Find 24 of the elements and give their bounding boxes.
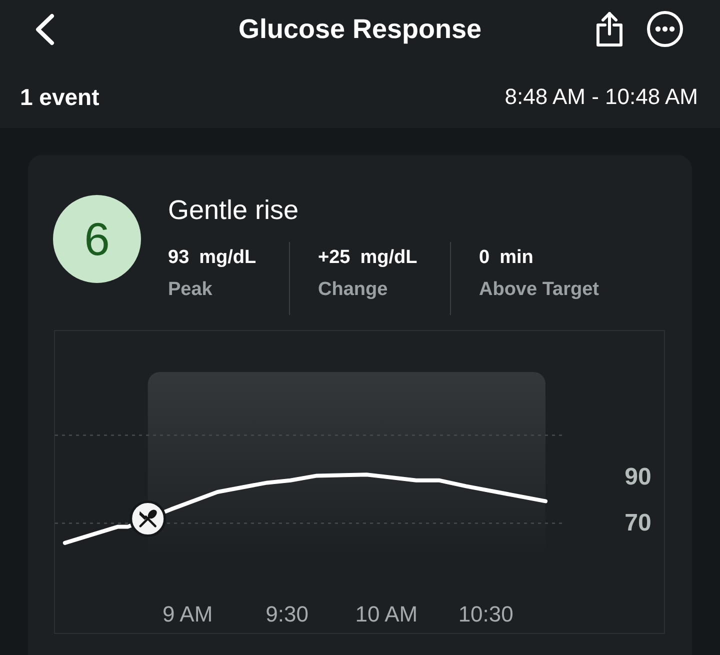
event-count: 1 event <box>20 83 100 111</box>
stat-label: Change <box>318 278 389 302</box>
stat-label: Peak <box>168 278 214 302</box>
stat-value: 0 <box>479 246 490 270</box>
stat-unit: min <box>500 246 534 270</box>
back-icon[interactable] <box>34 12 55 46</box>
event-title: Gentle rise <box>168 194 300 226</box>
stat-unit: mg/dL <box>360 246 418 270</box>
y-axis-label: 90 <box>624 463 652 490</box>
x-axis-label: 10:30 <box>458 602 514 626</box>
stat-label: Above Target <box>479 278 600 302</box>
stat-value: +25 <box>318 246 350 270</box>
more-icon[interactable] <box>647 11 683 47</box>
stat-value: 93 <box>168 246 190 270</box>
x-axis-label: 9:30 <box>266 602 308 626</box>
utensils-icon <box>130 500 166 537</box>
y-axis-label: 70 <box>624 510 652 537</box>
stat-unit: mg/dL <box>199 246 256 270</box>
share-icon[interactable] <box>595 11 624 47</box>
x-axis-label: 10 AM <box>355 602 418 626</box>
x-axis-label: 9 AM <box>162 602 213 626</box>
glucose-score: 6 <box>53 195 141 283</box>
screen-title: Glucose Response <box>238 13 482 46</box>
time-range: 8:48 AM - 10:48 AM <box>504 83 698 111</box>
